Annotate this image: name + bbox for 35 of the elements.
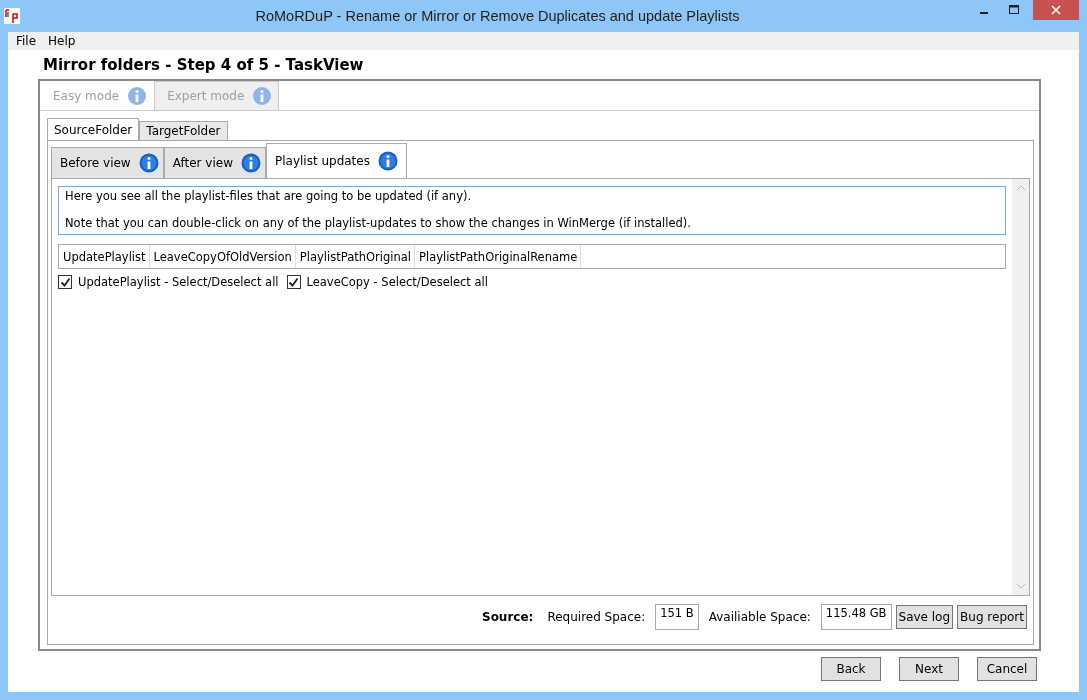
required-space-label: Required Space:	[547, 610, 646, 624]
source-label: Source:	[482, 610, 534, 624]
description-text-box[interactable]: Here you see all the playlist-files that are going to be updated (if any). Note that you can double-click on any of the playlist-updates to show the changes in WinMerge (if installed).	[58, 186, 1006, 235]
wizard-button[interactable]: Next	[899, 657, 959, 681]
footer-button[interactable]: Save log	[895, 605, 954, 629]
page-heading: Mirror folders - Step 4 of 5 - TaskView	[43, 56, 365, 74]
info-icon[interactable]	[138, 153, 159, 173]
available-space-label: Availiable Space:	[708, 610, 811, 624]
wizard-button[interactable]: Cancel	[977, 657, 1037, 681]
column-header[interactable]: UpdatePlaylist	[59, 245, 150, 268]
menu-item[interactable]: Help	[42, 34, 82, 48]
required-space-value: 151 B	[655, 604, 699, 630]
info-icon[interactable]	[377, 151, 398, 171]
checkbox-label: UpdatePlaylist - Select/Deselect all	[78, 275, 279, 289]
wizard-button[interactable]: Back	[821, 657, 881, 681]
available-space-value: 115.48 GB	[820, 604, 892, 630]
view-tab[interactable]: Playlist updates	[265, 143, 407, 178]
folder-tab[interactable]: TargetFolder	[139, 121, 228, 140]
close-icon[interactable]	[1033, 0, 1079, 20]
column-header[interactable]: PlaylistPathOriginal	[295, 245, 415, 268]
info-icon[interactable]	[240, 153, 261, 173]
window-title: RoMoRDuP - Rename or Mirror or Remove Duplicates and update Playlists	[254, 8, 741, 24]
menu-item[interactable]: File	[10, 34, 43, 48]
checkbox-label: LeaveCopy - Select/Deselect all	[306, 275, 488, 289]
app-logo-icon	[4, 8, 20, 24]
checkbox[interactable]	[286, 275, 301, 289]
column-header[interactable]: PlaylistPathOriginalRename	[415, 245, 582, 268]
folder-tab[interactable]: SourceFolder	[47, 118, 140, 140]
view-tab[interactable]: After view	[163, 147, 266, 178]
description-text: Note that you can double-click on any of the playlist-updates to show the changes in WinMerge (if installed).	[65, 216, 692, 230]
checkbox[interactable]	[58, 275, 72, 289]
column-header[interactable]: LeaveCopyOfOldVersion	[149, 245, 296, 268]
view-tab[interactable]: Before view	[51, 147, 164, 178]
description-text: Here you see all the playlist-files that are going to be updated (if any).	[65, 189, 473, 203]
footer-button[interactable]: Bug report	[957, 605, 1027, 629]
